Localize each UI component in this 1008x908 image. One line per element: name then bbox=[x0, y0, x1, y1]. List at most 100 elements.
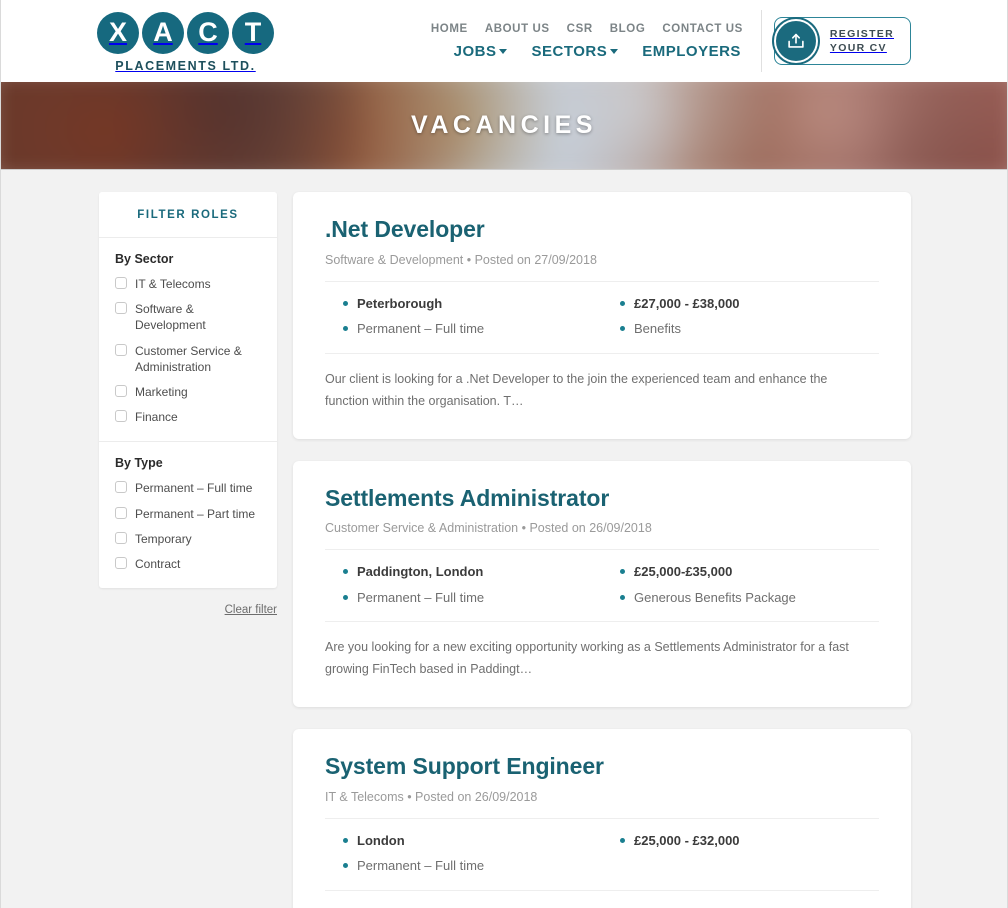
filter-group-title: By Type bbox=[115, 456, 163, 471]
job-title[interactable]: .Net Developer bbox=[325, 216, 879, 244]
job-description: Our client is looking for a .Net Develop… bbox=[325, 371, 828, 408]
chevron-down-icon bbox=[499, 48, 508, 54]
logo-subtitle: PLACEMENTS LTD. bbox=[115, 58, 256, 73]
chevron-down-icon bbox=[610, 48, 619, 54]
checkbox-icon[interactable] bbox=[115, 531, 127, 544]
job-meta: IT & Telecoms • Posted on 26/09/2018 bbox=[325, 790, 879, 819]
logo-letters: X A C T bbox=[97, 11, 274, 54]
register-cv-button[interactable]: REGISTER YOUR CV bbox=[773, 17, 911, 65]
header-divider bbox=[760, 10, 762, 72]
filter-option-it-telecoms[interactable]: IT & Telecoms bbox=[115, 276, 261, 292]
nav-item-jobs[interactable]: JOBS bbox=[454, 43, 508, 60]
vacancy-list: .Net Developer Software & Development • … bbox=[293, 192, 911, 908]
filter-option-marketing[interactable]: Marketing bbox=[115, 384, 261, 400]
register-cv-line2: YOUR CV bbox=[829, 42, 887, 54]
filter-option-label: Software & Development bbox=[135, 302, 206, 333]
secondary-nav: HOME ABOUT US CSR BLOG CONTACT US bbox=[431, 23, 743, 35]
logo-letter-t: T bbox=[232, 11, 274, 54]
filter-option-label: Permanent – Full time bbox=[135, 481, 253, 496]
job-type: Permanent – Full time bbox=[343, 321, 602, 337]
clear-filter-link[interactable]: Clear filter bbox=[225, 604, 277, 616]
checkbox-icon[interactable] bbox=[115, 302, 127, 315]
job-card[interactable]: .Net Developer Software & Development • … bbox=[293, 192, 911, 439]
job-facts-right: £27,000 - £38,000 Benefits bbox=[602, 296, 879, 337]
job-description: Are you looking for a new exciting oppor… bbox=[325, 640, 849, 677]
main-navigation: HOME ABOUT US CSR BLOG CONTACT US JOBS S… bbox=[431, 23, 757, 60]
nav-item-blog[interactable]: BLOG bbox=[610, 23, 646, 35]
job-title[interactable]: System Support Engineer bbox=[325, 753, 879, 781]
job-card[interactable]: Settlements Administrator Customer Servi… bbox=[293, 460, 911, 708]
filter-option-label: Finance bbox=[135, 410, 178, 425]
page-title: VACANCIES bbox=[411, 111, 597, 139]
logo-letter-a: A bbox=[142, 11, 184, 54]
upload-cv-icon bbox=[773, 19, 818, 63]
job-facts-left: Peterborough Permanent – Full time bbox=[325, 296, 602, 337]
clear-filter-row: Clear filter bbox=[99, 588, 277, 618]
job-location: Paddington, London bbox=[343, 564, 602, 580]
nav-item-contact-us[interactable]: CONTACT US bbox=[662, 23, 743, 35]
checkbox-icon[interactable] bbox=[115, 410, 127, 423]
register-cv-label: REGISTER YOUR CV bbox=[830, 27, 894, 55]
job-title[interactable]: Settlements Administrator bbox=[325, 485, 879, 513]
filter-option-temporary[interactable]: Temporary bbox=[115, 531, 261, 547]
job-facts-right: £25,000-£35,000 Generous Benefits Packag… bbox=[602, 564, 879, 605]
hero-banner: VACANCIES bbox=[1, 82, 1007, 170]
filter-roles-heading: FILTER ROLES bbox=[99, 192, 277, 238]
job-location: Peterborough bbox=[343, 296, 602, 312]
job-salary: £25,000 - £32,000 bbox=[620, 833, 879, 849]
checkbox-icon[interactable] bbox=[115, 277, 127, 289]
filter-option-label: Temporary bbox=[135, 531, 192, 546]
filter-option-permanent-part-time[interactable]: Permanent – Part time bbox=[115, 506, 261, 522]
checkbox-icon[interactable] bbox=[115, 384, 127, 397]
filter-group-by-type: By Type Permanent – Full time Permanent … bbox=[99, 442, 277, 588]
nav-item-employers[interactable]: EMPLOYERS bbox=[642, 43, 741, 60]
job-type: Permanent – Full time bbox=[343, 858, 602, 874]
filter-option-finance[interactable]: Finance bbox=[115, 409, 261, 425]
page-content: FILTER ROLES By Sector IT & Telecoms Sof… bbox=[1, 170, 1007, 908]
filter-option-label: IT & Telecoms bbox=[135, 277, 211, 291]
filter-option-contract[interactable]: Contract bbox=[115, 556, 261, 572]
job-type: Permanent – Full time bbox=[343, 590, 602, 606]
filter-option-label: Contract bbox=[135, 556, 181, 571]
nav-item-sectors[interactable]: SECTORS bbox=[531, 42, 619, 60]
nav-item-home[interactable]: HOME bbox=[431, 23, 468, 35]
page-root: X A C T PLACEMENTS LTD. HOME ABOUT US CS… bbox=[0, 0, 1008, 908]
nav-item-sectors-label: SECTORS bbox=[531, 42, 608, 60]
logo-letter-c: C bbox=[187, 11, 229, 54]
job-salary: £25,000-£35,000 bbox=[620, 564, 879, 580]
job-meta: Customer Service & Administration • Post… bbox=[325, 521, 879, 551]
nav-item-csr[interactable]: CSR bbox=[567, 23, 593, 35]
logo-letter-x: X bbox=[97, 11, 139, 54]
filter-option-label: Customer Service & Administration bbox=[135, 343, 242, 374]
job-meta: Software & Development • Posted on 27/09… bbox=[325, 253, 879, 282]
job-salary: £27,000 - £38,000 bbox=[620, 296, 879, 312]
filter-card: FILTER ROLES By Sector IT & Telecoms Sof… bbox=[99, 192, 277, 589]
filter-group-by-sector: By Sector IT & Telecoms Software & Devel… bbox=[99, 238, 277, 443]
job-facts-left: London Permanent – Full time bbox=[325, 833, 602, 874]
checkbox-icon[interactable] bbox=[115, 343, 127, 356]
checkbox-icon[interactable] bbox=[115, 556, 127, 569]
filter-option-customer-service-administration[interactable]: Customer Service & Administration bbox=[115, 343, 261, 375]
job-facts: Peterborough Permanent – Full time £27,0… bbox=[325, 282, 879, 354]
job-location: London bbox=[343, 833, 602, 849]
nav-item-jobs-label: JOBS bbox=[453, 42, 497, 60]
checkbox-icon[interactable] bbox=[115, 481, 127, 494]
filter-option-label: Permanent – Part time bbox=[135, 506, 256, 521]
filter-option-label: Marketing bbox=[135, 384, 188, 399]
nav-item-about-us[interactable]: ABOUT US bbox=[485, 23, 550, 35]
filter-option-software-development[interactable]: Software & Development bbox=[115, 301, 261, 333]
job-facts-left: Paddington, London Permanent – Full time bbox=[325, 564, 602, 605]
site-header: X A C T PLACEMENTS LTD. HOME ABOUT US CS… bbox=[1, 0, 1007, 82]
filter-option-permanent-full-time[interactable]: Permanent – Full time bbox=[115, 480, 261, 496]
checkbox-icon[interactable] bbox=[115, 506, 127, 519]
job-description: Xact Placements are recruiting for an aw… bbox=[325, 891, 865, 908]
nav-item-employers-label: EMPLOYERS bbox=[642, 42, 741, 60]
register-cv-line1: REGISTER bbox=[829, 27, 894, 40]
filter-sidebar: FILTER ROLES By Sector IT & Telecoms Sof… bbox=[99, 192, 277, 618]
site-logo[interactable]: X A C T PLACEMENTS LTD. bbox=[97, 11, 274, 73]
filter-group-title: By Sector bbox=[115, 252, 174, 266]
job-card[interactable]: System Support Engineer IT & Telecoms • … bbox=[293, 729, 911, 908]
job-facts: London Permanent – Full time £25,000 - £… bbox=[325, 819, 879, 891]
job-benefits: Benefits bbox=[620, 321, 879, 337]
job-facts-right: £25,000 - £32,000 bbox=[602, 833, 879, 874]
